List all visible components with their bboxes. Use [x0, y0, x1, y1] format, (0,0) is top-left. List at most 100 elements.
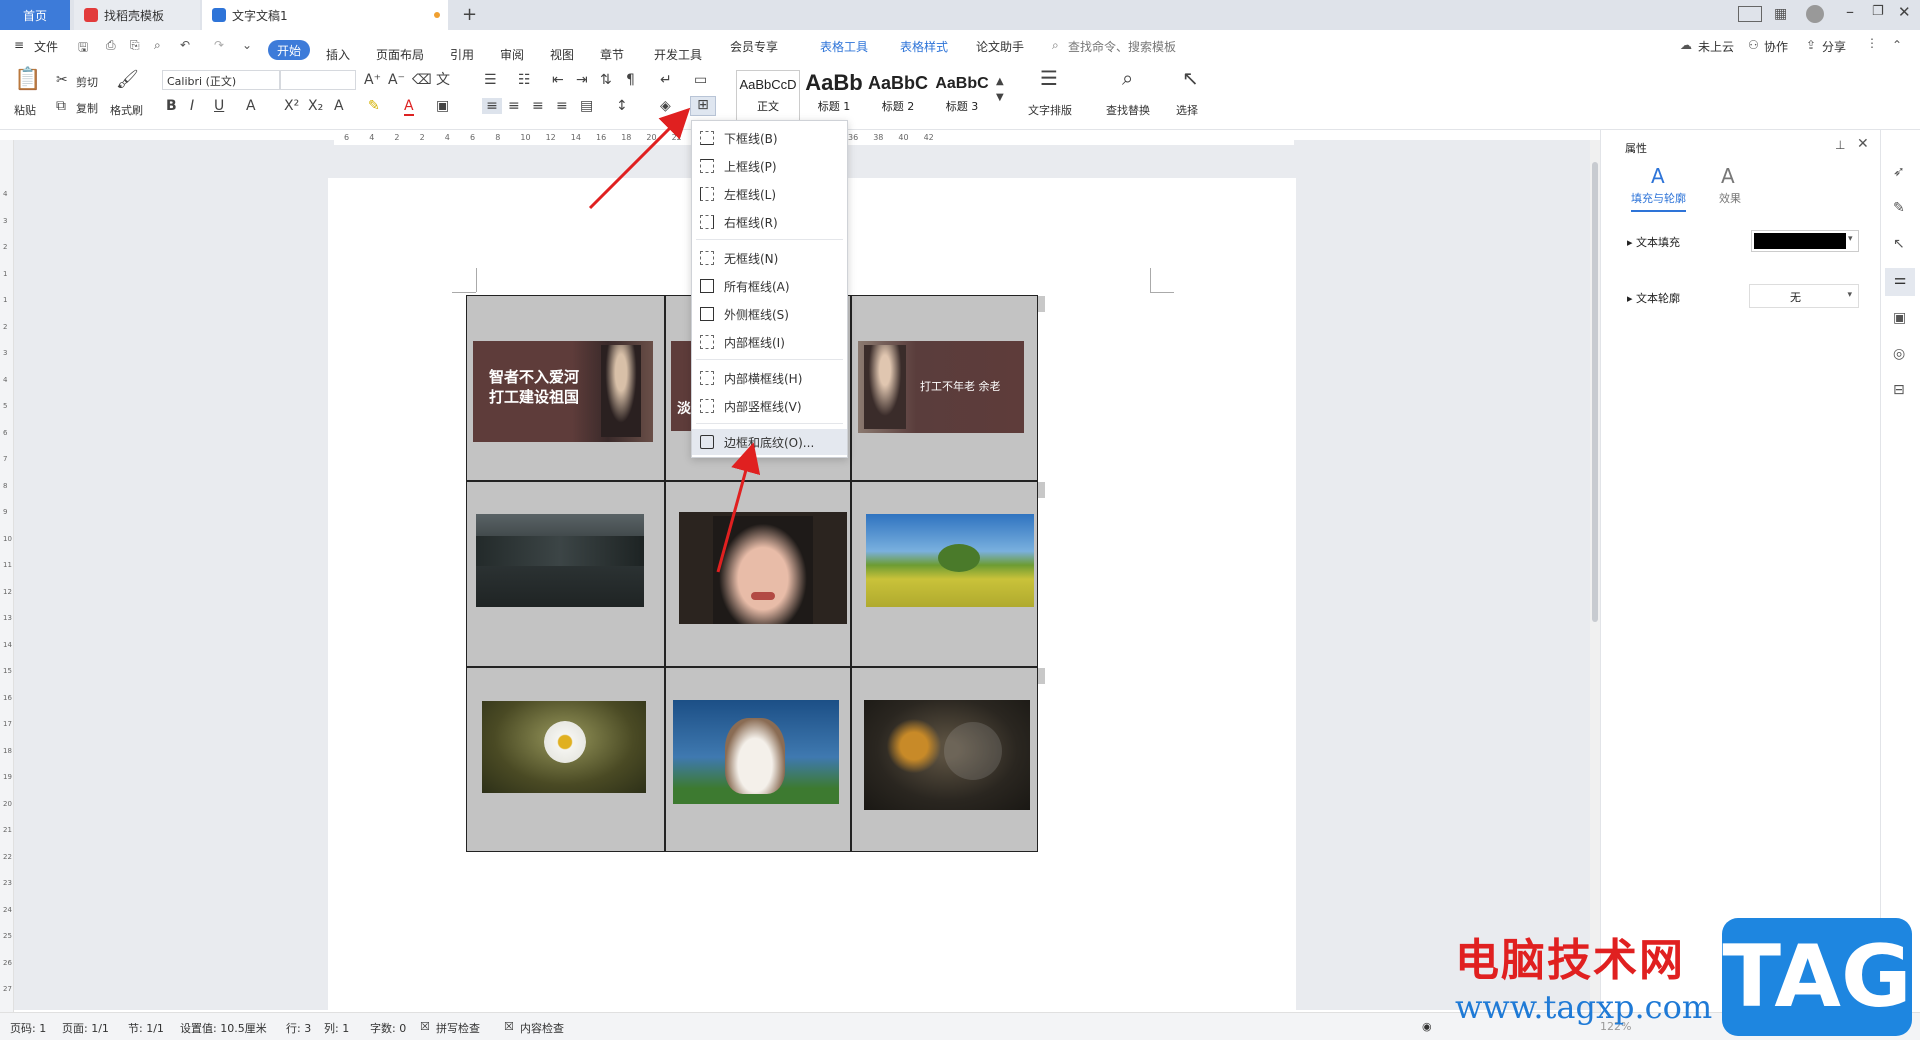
- char-border-icon[interactable]: ▣: [436, 98, 449, 114]
- copy-button[interactable]: 复制: [76, 100, 98, 116]
- text-layout-button[interactable]: 文字排版: [1028, 102, 1072, 118]
- more-chevron-icon[interactable]: ⌄: [242, 38, 252, 52]
- undo-icon[interactable]: ↶: [180, 38, 190, 52]
- text-fill-color-picker[interactable]: ▾: [1751, 230, 1859, 252]
- copy-icon[interactable]: ⧉: [56, 98, 66, 114]
- tab-home[interactable]: 首页: [0, 0, 70, 30]
- menu-item-all-borders[interactable]: 所有框线(A): [692, 273, 847, 299]
- preview-icon[interactable]: ⌕: [154, 38, 161, 53]
- menu-start[interactable]: 开始: [268, 40, 310, 60]
- superscript-icon[interactable]: X²: [284, 98, 299, 114]
- menu-file[interactable]: 文件: [34, 38, 58, 55]
- distribute-icon[interactable]: ▤: [580, 98, 593, 114]
- scrollbar-thumb[interactable]: [1592, 162, 1598, 622]
- command-search[interactable]: 查找命令、搜索模板: [1068, 38, 1176, 55]
- status-page-number[interactable]: 页码: 1: [10, 1020, 46, 1036]
- bold-icon[interactable]: B: [166, 98, 177, 114]
- paste-button[interactable]: 粘贴: [14, 102, 36, 118]
- text-outline-row[interactable]: ▸ 文本轮廓: [1627, 290, 1680, 306]
- subscript-icon[interactable]: X₂: [308, 98, 323, 114]
- line-spacing-icon[interactable]: ↕: [616, 98, 628, 114]
- borders-icon[interactable]: ⊞: [690, 96, 716, 116]
- table-image[interactable]: 淡: [671, 341, 691, 431]
- status-word-count[interactable]: 字数: 0: [370, 1020, 406, 1036]
- menu-insert[interactable]: 插入: [326, 46, 350, 63]
- text-outline-select[interactable]: 无 ▾: [1749, 284, 1859, 308]
- more-icon[interactable]: ⋮: [1866, 36, 1878, 50]
- eye-icon[interactable]: ◉: [1422, 1020, 1432, 1033]
- menu-item-inside-vertical[interactable]: 内部竖框线(V): [692, 393, 847, 419]
- menu-item-inside-horizontal[interactable]: 内部横框线(H): [692, 365, 847, 391]
- menu-member[interactable]: 会员专享: [730, 38, 778, 55]
- style-heading3[interactable]: AaBbC 标题 3: [930, 70, 994, 122]
- strikethrough-icon[interactable]: A: [246, 98, 256, 114]
- font-color-icon[interactable]: A: [404, 98, 414, 116]
- properties-toggle-icon[interactable]: ⚌: [1885, 268, 1915, 296]
- bullet-list-icon[interactable]: ☰: [484, 72, 497, 88]
- numbered-list-icon[interactable]: ☷: [518, 72, 531, 88]
- panel-close-icon[interactable]: ✕: [1857, 136, 1869, 152]
- table-image[interactable]: [866, 514, 1034, 607]
- tab-effect[interactable]: 效果: [1719, 190, 1741, 206]
- para-marks-icon[interactable]: ▭: [694, 72, 707, 88]
- menu-table-style[interactable]: 表格样式: [900, 38, 948, 55]
- apps-grid-icon[interactable]: ▦: [1774, 6, 1787, 22]
- book-icon[interactable]: ⊟: [1893, 382, 1905, 398]
- row-handle[interactable]: [1038, 296, 1045, 312]
- print-icon[interactable]: ⎘: [130, 38, 140, 53]
- menu-item-inside-borders[interactable]: 内部框线(I): [692, 329, 847, 355]
- restore-icon[interactable]: ❐: [1872, 4, 1884, 19]
- menu-item-right-border[interactable]: 右框线(R): [692, 209, 847, 235]
- cursor-icon[interactable]: ↖: [1182, 68, 1199, 88]
- font-name-select[interactable]: Calibri (正文): [162, 70, 280, 90]
- phonetic-icon[interactable]: 文: [436, 72, 450, 88]
- table-image[interactable]: [673, 700, 839, 804]
- pin-icon[interactable]: ⊥: [1835, 138, 1845, 152]
- indent-icon[interactable]: ⇥: [576, 72, 588, 88]
- close-icon[interactable]: ✕: [1898, 3, 1911, 21]
- menu-item-top-border[interactable]: 上框线(P): [692, 153, 847, 179]
- paste-icon[interactable]: 📋: [14, 69, 42, 91]
- cloud-status[interactable]: 未上云: [1698, 38, 1734, 55]
- grow-font-icon[interactable]: A⁺: [364, 72, 381, 88]
- table-image[interactable]: [679, 512, 847, 624]
- font-size-select[interactable]: [280, 70, 356, 90]
- cut-button[interactable]: 剪切: [76, 74, 98, 90]
- table-image[interactable]: [864, 700, 1030, 810]
- minimize-icon[interactable]: –: [1846, 2, 1854, 21]
- cut-icon[interactable]: ✂: [56, 72, 68, 88]
- effect-icon[interactable]: A: [1721, 164, 1735, 188]
- layout-icon[interactable]: [1738, 6, 1762, 22]
- menu-paper-assist[interactable]: 论文助手: [976, 38, 1024, 55]
- underline-icon[interactable]: U: [214, 98, 224, 114]
- menu-reference[interactable]: 引用: [450, 46, 474, 63]
- collab-button[interactable]: 协作: [1764, 38, 1788, 55]
- align-right-icon[interactable]: ≡: [532, 98, 544, 114]
- status-spell-check[interactable]: 拼写检查: [436, 1020, 480, 1036]
- shading-icon[interactable]: ◈: [660, 98, 671, 114]
- status-content-check[interactable]: 内容检查: [520, 1020, 564, 1036]
- text-layout-icon[interactable]: ☰: [1040, 68, 1058, 88]
- table-image[interactable]: 打工不年老 余老: [858, 341, 1024, 433]
- pen-icon[interactable]: ✎: [1893, 200, 1905, 216]
- new-tab-button[interactable]: +: [462, 4, 477, 25]
- image-tool-icon[interactable]: ▣: [1893, 310, 1906, 326]
- format-painter-icon[interactable]: 🖌: [116, 71, 139, 89]
- style-heading2[interactable]: AaBbC 标题 2: [866, 70, 930, 122]
- avatar[interactable]: [1806, 5, 1824, 23]
- tab-template[interactable]: 找稻壳模板: [74, 0, 200, 30]
- tab-fill-outline[interactable]: 填充与轮廓: [1631, 190, 1686, 212]
- menu-item-bottom-border[interactable]: 下框线(B): [692, 125, 847, 151]
- text-effect-icon[interactable]: A: [334, 98, 344, 114]
- menu-item-outside-borders[interactable]: 外侧框线(S): [692, 301, 847, 327]
- highlight-icon[interactable]: ✎: [368, 98, 380, 114]
- hamburger-icon[interactable]: ≡: [14, 38, 24, 52]
- save-icon[interactable]: 🖫: [78, 38, 88, 59]
- row-handle[interactable]: [1038, 482, 1045, 498]
- menu-page-layout[interactable]: 页面布局: [376, 46, 424, 63]
- location-icon[interactable]: ◎: [1893, 346, 1905, 362]
- find-replace-button[interactable]: 查找替换: [1106, 102, 1150, 118]
- line-break-icon[interactable]: ↵: [660, 72, 672, 88]
- redo-icon[interactable]: ↷: [214, 38, 224, 52]
- export-icon[interactable]: ⎙: [106, 38, 116, 53]
